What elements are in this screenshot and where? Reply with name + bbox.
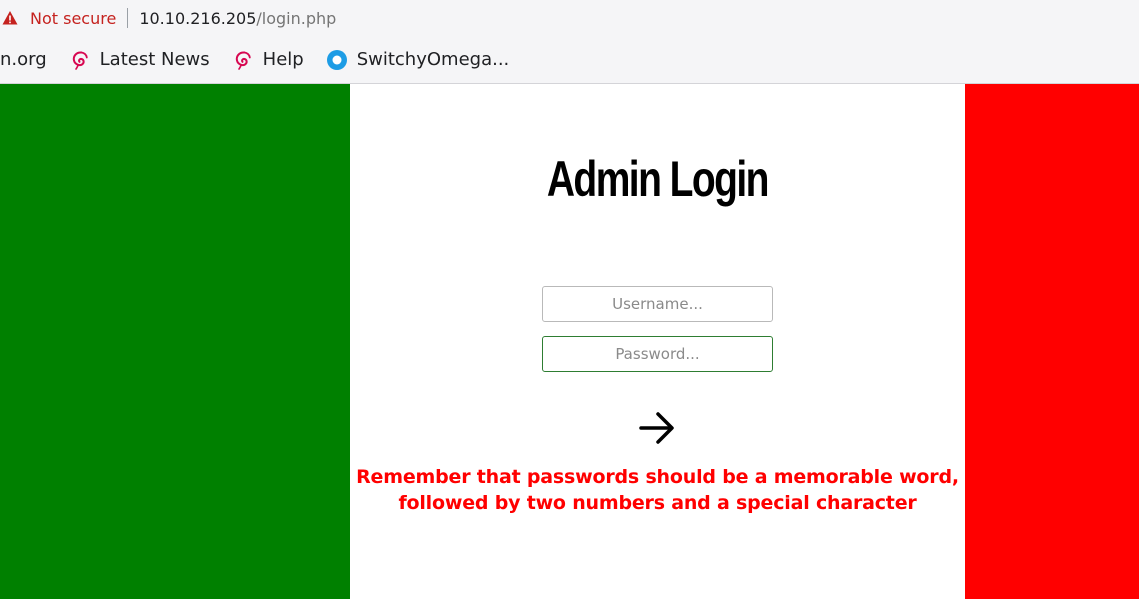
bookmark-label: Help — [262, 49, 304, 70]
login-page: Admin Login Remember that passwords shou… — [0, 84, 1139, 599]
bookmark-item-latest-news[interactable]: Latest News — [69, 49, 210, 71]
debian-swirl-icon — [69, 49, 91, 71]
url-host: 10.10.216.205 — [139, 8, 257, 28]
bookmark-item-switchyomega[interactable]: SwitchyOmega... — [326, 49, 510, 71]
bookmarks-bar: n.org Latest News Help SwitchyOmega... — [0, 36, 1139, 84]
security-status-label[interactable]: Not secure — [30, 9, 116, 28]
switchyomega-icon — [326, 49, 348, 71]
username-input[interactable] — [542, 286, 773, 322]
bookmark-item-debian-org[interactable]: n.org — [0, 49, 47, 70]
left-green-stripe — [0, 84, 350, 599]
url-separator — [127, 8, 129, 28]
arrow-right-icon — [637, 408, 677, 451]
url-path: /login.php — [256, 8, 337, 28]
password-input[interactable] — [542, 336, 773, 372]
password-hint: Remember that passwords should be a memo… — [356, 466, 959, 514]
address-bar[interactable]: Not secure 10.10.216.205/login.php — [0, 0, 1139, 36]
bookmark-label: Latest News — [99, 49, 210, 70]
bookmark-label: n.org — [0, 49, 47, 70]
url-text[interactable]: 10.10.216.205/login.php — [139, 9, 336, 28]
page-title: Admin Login — [546, 151, 770, 207]
debian-swirl-icon — [232, 49, 254, 71]
bookmark-item-help[interactable]: Help — [232, 49, 304, 71]
right-red-stripe — [965, 84, 1139, 599]
submit-button[interactable] — [632, 406, 682, 452]
warning-icon — [2, 10, 18, 26]
bookmark-label: SwitchyOmega... — [356, 49, 510, 70]
